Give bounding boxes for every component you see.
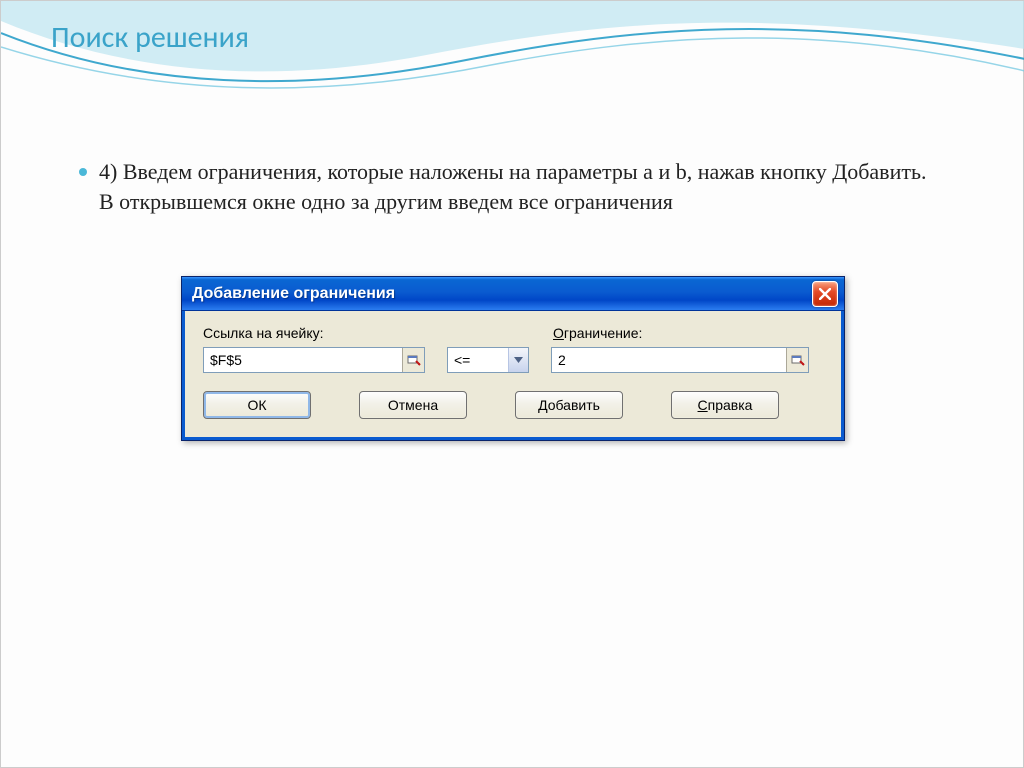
close-button[interactable] [812,281,838,307]
chevron-down-icon [514,357,523,363]
slide-container: Поиск решения 4) Введем ограничения, кот… [0,0,1024,768]
add-constraint-dialog: Добавление ограничения Ссылка на ячейку:… [181,276,845,441]
cell-reference-label: Ссылка на ячейку: [203,325,433,341]
inputs-row: <= [203,347,823,373]
ok-button[interactable]: ОК [203,391,311,419]
labels-row: Ссылка на ячейку: Ограничение: [203,325,823,341]
body-text: 4) Введем ограничения, которые наложены … [79,157,945,216]
bullet-item: 4) Введем ограничения, которые наложены … [79,157,945,216]
add-button[interactable]: Добавить [515,391,623,419]
slide-title: Поиск решения [51,19,249,56]
constraint-input[interactable] [552,348,786,372]
help-button[interactable]: Справка [671,391,779,419]
dialog-title: Добавление ограничения [192,285,395,303]
dialog-titlebar[interactable]: Добавление ограничения [182,277,844,311]
constraint-label: Ограничение: [553,325,642,341]
range-picker-icon [407,353,421,367]
range-picker-icon [791,353,805,367]
operator-combo[interactable]: <= [447,347,529,373]
bullet-dot-icon [79,168,87,176]
combo-dropdown-button[interactable] [508,348,528,372]
cell-reference-input[interactable] [204,348,402,372]
close-icon [819,288,831,300]
constraint-field[interactable] [551,347,809,373]
cell-reference-field[interactable] [203,347,425,373]
range-picker-button-2[interactable] [786,348,808,372]
range-picker-button[interactable] [402,348,424,372]
operator-value: <= [448,352,508,368]
cancel-button[interactable]: Отмена [359,391,467,419]
bullet-text: 4) Введем ограничения, которые наложены … [99,157,945,216]
buttons-row: ОК Отмена Добавить Справка [203,391,823,419]
dialog-body: Ссылка на ячейку: Ограничение: [182,311,844,440]
